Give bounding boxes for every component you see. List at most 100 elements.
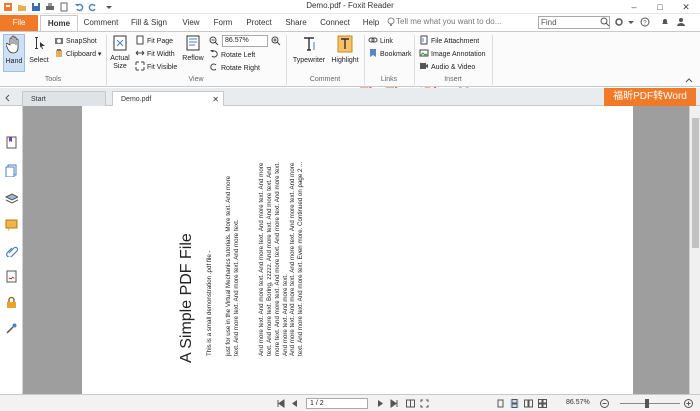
next-page-icon[interactable] bbox=[376, 399, 385, 408]
snapshot-label: SnapShot bbox=[66, 38, 97, 45]
vertical-scrollbar[interactable] bbox=[689, 106, 700, 394]
rotate-left-label: Rotate Left bbox=[221, 52, 256, 59]
notification-bell-icon[interactable] bbox=[660, 17, 670, 27]
doc-tab-start[interactable]: Start bbox=[22, 91, 106, 106]
typewriter-button[interactable]: Typewriter bbox=[290, 34, 328, 65]
hand-icon bbox=[5, 35, 19, 54]
fit-page-label: Fit Page bbox=[147, 38, 174, 45]
bookmark-icon bbox=[370, 49, 376, 57]
layers-panel-icon[interactable] bbox=[5, 192, 18, 205]
gear-icon[interactable] bbox=[614, 17, 624, 27]
zoom-out-icon[interactable] bbox=[600, 399, 609, 408]
camera-icon bbox=[55, 38, 63, 44]
page-number-input[interactable]: 1 / 2 bbox=[306, 398, 368, 409]
zoom-out-icon[interactable] bbox=[209, 36, 219, 46]
tab-protect[interactable]: Protect bbox=[240, 15, 278, 31]
comment-group-label: Comment bbox=[309, 76, 341, 83]
fit-width-button[interactable]: Fit Width bbox=[135, 48, 175, 59]
tools-group-label: Tools bbox=[44, 76, 62, 83]
zoom-in-icon[interactable] bbox=[684, 399, 693, 408]
actual-size-button[interactable]: Actual Size bbox=[108, 34, 132, 71]
close-tab-icon[interactable]: ✕ bbox=[212, 92, 219, 107]
minimize-button[interactable]: – bbox=[622, 0, 646, 14]
pages-panel-icon[interactable] bbox=[5, 164, 18, 177]
window-title: Demo.pdf - Foxit Reader bbox=[306, 1, 394, 10]
image-annotation-button[interactable]: Image Annotation bbox=[419, 48, 486, 59]
tell-me-input[interactable]: Tell me what you want to do... bbox=[396, 17, 536, 29]
tab-file[interactable]: File bbox=[0, 15, 38, 31]
tab-share[interactable]: Share bbox=[280, 15, 312, 31]
first-page-icon[interactable] bbox=[276, 399, 285, 408]
fullscreen-icon[interactable] bbox=[420, 399, 429, 408]
select-cursor-icon bbox=[35, 37, 45, 49]
link-icon bbox=[368, 37, 378, 43]
audio-video-button[interactable]: Audio & Video bbox=[419, 61, 475, 72]
zoom-in-icon[interactable] bbox=[271, 36, 281, 46]
snapshot-button[interactable]: SnapShot bbox=[54, 35, 97, 46]
attachments-panel-icon[interactable] bbox=[5, 244, 18, 257]
tools-panel-icon[interactable] bbox=[5, 322, 18, 335]
highlight-button[interactable]: Highlight bbox=[330, 34, 360, 65]
document-viewport[interactable]: A Simple PDF File This is a small demons… bbox=[23, 106, 689, 394]
select-button[interactable]: Select bbox=[28, 34, 50, 65]
doc-tab-demo[interactable]: Demo.pdf ✕ bbox=[112, 91, 224, 106]
image-annotation-label: Image Annotation bbox=[431, 51, 486, 58]
fit-visible-label: Fit Visible bbox=[147, 64, 178, 71]
tab-view[interactable]: View bbox=[176, 15, 206, 31]
fit-page-button[interactable]: Fit Page bbox=[135, 35, 173, 46]
facing-view-icon[interactable] bbox=[524, 399, 533, 408]
user-icon[interactable] bbox=[676, 17, 686, 27]
last-page-icon[interactable] bbox=[390, 399, 399, 408]
fit-visible-icon bbox=[135, 61, 145, 71]
help-icon[interactable]: ? bbox=[640, 17, 650, 27]
hand-label: Hand bbox=[5, 58, 23, 65]
rotate-right-button[interactable]: Rotate Right bbox=[209, 62, 260, 73]
highlight-label: Highlight bbox=[331, 57, 359, 64]
rotate-left-icon bbox=[210, 50, 218, 58]
search-icon[interactable] bbox=[600, 17, 610, 27]
fit-visible-button[interactable]: Fit Visible bbox=[135, 61, 177, 72]
security-lock-icon[interactable] bbox=[5, 296, 18, 309]
clipboard-button[interactable]: Clipboard ▾ bbox=[54, 48, 101, 59]
tab-fill-sign[interactable]: Fill & Sign bbox=[124, 15, 174, 31]
close-button[interactable]: ✕ bbox=[674, 0, 698, 14]
rotate-left-button[interactable]: Rotate Left bbox=[209, 49, 255, 60]
tab-scroll-left-icon[interactable] bbox=[4, 94, 12, 102]
highlight-icon bbox=[337, 35, 353, 53]
maximize-button[interactable]: □ bbox=[648, 0, 672, 14]
continuous-facing-view-icon[interactable] bbox=[538, 399, 547, 408]
tab-comment[interactable]: Comment bbox=[80, 15, 122, 31]
collapse-ribbon-icon[interactable] bbox=[684, 76, 694, 86]
bookmark-button[interactable]: Bookmark bbox=[368, 48, 412, 59]
fit-width-icon bbox=[135, 50, 145, 56]
continuous-view-icon[interactable] bbox=[510, 399, 519, 408]
signature-panel-icon[interactable] bbox=[5, 270, 18, 283]
hand-button[interactable]: Hand bbox=[3, 34, 25, 72]
zoom-percentage: 86.57% bbox=[566, 399, 590, 406]
document-line: text. And more text. And more text. Even… bbox=[297, 161, 304, 356]
link-button[interactable]: Link bbox=[368, 35, 393, 46]
single-page-view-icon[interactable] bbox=[496, 399, 505, 408]
two-page-view-icon[interactable] bbox=[406, 399, 415, 408]
chevron-down-icon[interactable] bbox=[626, 17, 636, 27]
tab-help[interactable]: Help bbox=[358, 15, 384, 31]
tab-connect[interactable]: Connect bbox=[314, 15, 356, 31]
zoom-slider-handle[interactable] bbox=[645, 399, 649, 408]
lightbulb-icon bbox=[387, 17, 395, 26]
tab-home[interactable]: Home bbox=[40, 15, 78, 31]
document-line: This is a small demonstration .pdf file … bbox=[206, 250, 213, 356]
actual-size-icon bbox=[113, 35, 127, 51]
zoom-slider[interactable] bbox=[620, 403, 680, 404]
comments-panel-icon[interactable] bbox=[5, 218, 18, 231]
clipboard-label: Clipboard bbox=[66, 51, 96, 58]
scrollbar-thumb[interactable] bbox=[692, 118, 699, 248]
status-bar: 1 / 2 86.57% bbox=[0, 394, 700, 411]
file-attachment-button[interactable]: File Attachment bbox=[419, 35, 479, 46]
zoom-input[interactable]: 86.57% bbox=[222, 35, 268, 47]
pdf-to-word-button[interactable]: 福昕PDF转Word bbox=[604, 88, 696, 106]
previous-page-icon[interactable] bbox=[290, 399, 299, 408]
bookmarks-panel-icon[interactable] bbox=[5, 136, 18, 149]
reflow-button[interactable]: Reflow bbox=[181, 34, 205, 63]
tab-form[interactable]: Form bbox=[208, 15, 238, 31]
document-line: just for use in the Virtual Mechanics tu… bbox=[225, 175, 232, 356]
